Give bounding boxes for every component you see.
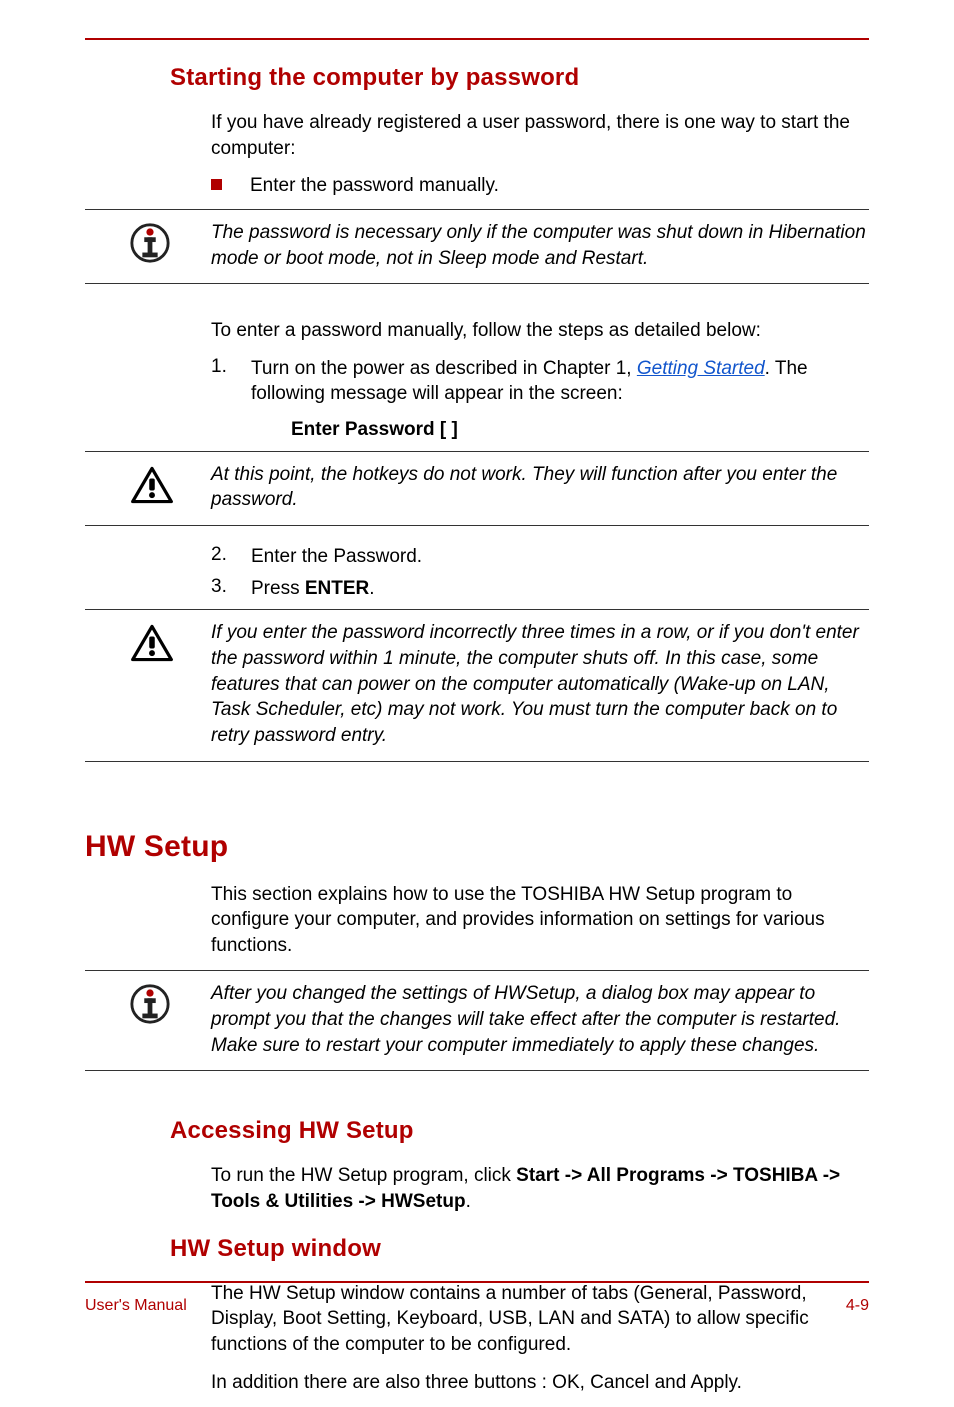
note-caution-box: At this point, the hotkeys do not work. … xyxy=(85,451,869,526)
footer-left: User's Manual xyxy=(85,1297,187,1315)
intro-paragraph: If you have already registered a user pa… xyxy=(211,110,869,161)
heading-hw-setup: HW Setup xyxy=(85,830,869,864)
heading-accessing-hw-setup: Accessing HW Setup xyxy=(170,1117,869,1145)
sub1-post: . xyxy=(466,1191,471,1212)
hw-setup-intro: This section explains how to use the TOS… xyxy=(211,882,869,959)
page-content: Starting the computer by password If you… xyxy=(85,58,869,1407)
hw-setup-window-p2: In addition there are also three buttons… xyxy=(211,1370,869,1396)
list-number: 1. xyxy=(211,356,251,378)
note-icon-column xyxy=(85,981,211,1025)
step3-bold: ENTER xyxy=(305,578,369,599)
footer: User's Manual 4-9 xyxy=(85,1297,869,1315)
info-icon xyxy=(129,222,171,264)
ordered-list-item-2: 2. Enter the Password. xyxy=(211,544,869,570)
note-icon-column xyxy=(85,220,211,264)
step3-post: . xyxy=(369,578,374,599)
note-icon-column xyxy=(85,620,211,664)
info-icon xyxy=(129,983,171,1025)
step3-pre: Press xyxy=(251,578,305,599)
note-text: The password is necessary only if the co… xyxy=(211,220,869,271)
caution-icon xyxy=(129,622,175,664)
sub1-pre: To run the HW Setup program, click xyxy=(211,1165,516,1186)
caution-icon xyxy=(129,464,175,506)
heading-starting-computer-by-password: Starting the computer by password xyxy=(170,64,869,92)
list-text: Enter the Password. xyxy=(251,544,422,570)
pre-steps-paragraph: To enter a password manually, follow the… xyxy=(211,318,869,344)
step1-code: Enter Password [ ] xyxy=(291,417,869,443)
bullet-text: Enter the password manually. xyxy=(250,173,499,199)
heading-hw-setup-window: HW Setup window xyxy=(170,1235,869,1263)
footer-right: 4-9 xyxy=(846,1297,869,1315)
link-getting-started[interactable]: Getting Started xyxy=(637,358,765,379)
list-text: Press ENTER. xyxy=(251,576,375,602)
note-info-box: The password is necessary only if the co… xyxy=(85,209,869,284)
bullet-item: Enter the password manually. xyxy=(211,173,869,199)
step1-pre: Turn on the power as described in Chapte… xyxy=(251,358,637,379)
note-text: After you changed the settings of HWSetu… xyxy=(211,981,869,1058)
list-text: Turn on the power as described in Chapte… xyxy=(251,356,869,443)
header-rule xyxy=(85,38,869,40)
note-caution-box: If you enter the password incorrectly th… xyxy=(85,609,869,761)
list-number: 3. xyxy=(211,576,251,598)
note-text: At this point, the hotkeys do not work. … xyxy=(211,462,869,513)
note-icon-column xyxy=(85,462,211,506)
note-text: If you enter the password incorrectly th… xyxy=(211,620,869,748)
ordered-list-item-1: 1. Turn on the power as described in Cha… xyxy=(211,356,869,443)
bullet-square-icon xyxy=(211,179,222,190)
accessing-hw-setup-text: To run the HW Setup program, click Start… xyxy=(211,1163,869,1214)
footer-rule xyxy=(85,1281,869,1283)
ordered-list-item-3: 3. Press ENTER. xyxy=(211,576,869,602)
hw-setup-window-p1: The HW Setup window contains a number of… xyxy=(211,1281,869,1358)
note-info-box: After you changed the settings of HWSetu… xyxy=(85,970,869,1071)
list-number: 2. xyxy=(211,544,251,566)
